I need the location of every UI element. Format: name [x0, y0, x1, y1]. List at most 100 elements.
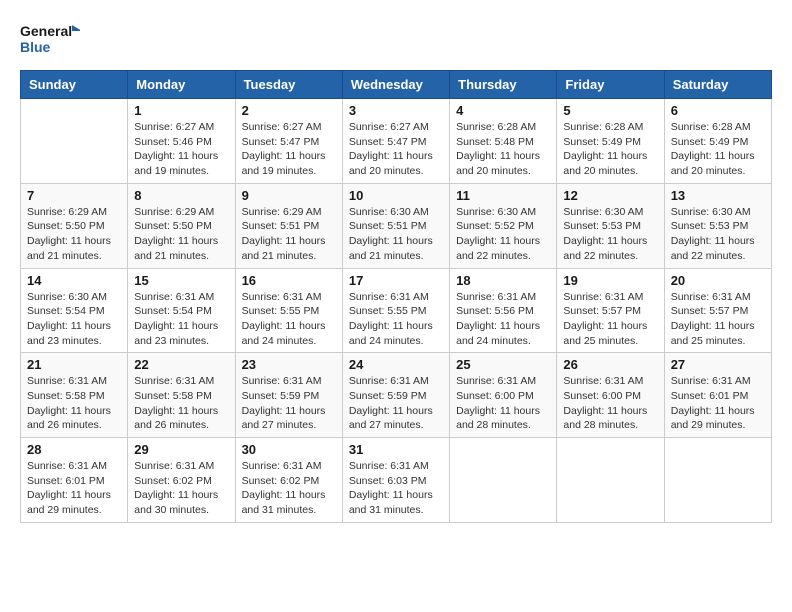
day-number: 21	[27, 357, 121, 372]
day-number: 26	[563, 357, 657, 372]
day-info: Sunrise: 6:30 AMSunset: 5:53 PMDaylight:…	[563, 205, 657, 264]
calendar-cell: 25 Sunrise: 6:31 AMSunset: 6:00 PMDayligh…	[450, 353, 557, 438]
calendar-cell: 28 Sunrise: 6:31 AMSunset: 6:01 PMDayligh…	[21, 438, 128, 523]
calendar-cell: 31Sunrise: 6:31 AMSunset: 6:03 PMDayligh…	[342, 438, 449, 523]
weekday-header-sunday: Sunday	[21, 71, 128, 99]
day-info: Sunrise: 6:27 AMSunset: 5:46 PMDaylight:…	[134, 120, 228, 179]
weekday-header-wednesday: Wednesday	[342, 71, 449, 99]
day-number: 29	[134, 442, 228, 457]
calendar-cell: 14 Sunrise: 6:30 AMSunset: 5:54 PMDayligh…	[21, 268, 128, 353]
day-number: 8	[134, 188, 228, 203]
calendar-cell: 15 Sunrise: 6:31 AMSunset: 5:54 PMDayligh…	[128, 268, 235, 353]
day-info: Sunrise: 6:31 AMSunset: 5:55 PMDaylight:…	[242, 290, 336, 349]
day-number: 9	[242, 188, 336, 203]
day-number: 13	[671, 188, 765, 203]
day-number: 22	[134, 357, 228, 372]
day-number: 3	[349, 103, 443, 118]
day-number: 30	[242, 442, 336, 457]
calendar-cell: 27 Sunrise: 6:31 AMSunset: 6:01 PMDayligh…	[664, 353, 771, 438]
day-number: 17	[349, 273, 443, 288]
day-info: Sunrise: 6:31 AMSunset: 5:54 PMDaylight:…	[134, 290, 228, 349]
calendar-week-row: 1 Sunrise: 6:27 AMSunset: 5:46 PMDaylight…	[21, 99, 772, 184]
day-info: Sunrise: 6:31 AMSunset: 6:00 PMDaylight:…	[563, 374, 657, 433]
calendar-cell: 8 Sunrise: 6:29 AMSunset: 5:50 PMDaylight…	[128, 183, 235, 268]
day-number: 18	[456, 273, 550, 288]
calendar-cell: 5 Sunrise: 6:28 AMSunset: 5:49 PMDaylight…	[557, 99, 664, 184]
day-number: 27	[671, 357, 765, 372]
calendar-cell: 13 Sunrise: 6:30 AMSunset: 5:53 PMDayligh…	[664, 183, 771, 268]
day-number: 20	[671, 273, 765, 288]
day-number: 11	[456, 188, 550, 203]
day-info: Sunrise: 6:31 AMSunset: 6:01 PMDaylight:…	[27, 459, 121, 518]
weekday-header-tuesday: Tuesday	[235, 71, 342, 99]
calendar-cell: 1 Sunrise: 6:27 AMSunset: 5:46 PMDaylight…	[128, 99, 235, 184]
calendar-cell: 3 Sunrise: 6:27 AMSunset: 5:47 PMDaylight…	[342, 99, 449, 184]
calendar-cell: 16 Sunrise: 6:31 AMSunset: 5:55 PMDayligh…	[235, 268, 342, 353]
calendar-cell: 19 Sunrise: 6:31 AMSunset: 5:57 PMDayligh…	[557, 268, 664, 353]
day-info: Sunrise: 6:30 AMSunset: 5:53 PMDaylight:…	[671, 205, 765, 264]
day-number: 16	[242, 273, 336, 288]
day-number: 2	[242, 103, 336, 118]
day-info: Sunrise: 6:28 AMSunset: 5:49 PMDaylight:…	[563, 120, 657, 179]
weekday-header-thursday: Thursday	[450, 71, 557, 99]
weekday-header-monday: Monday	[128, 71, 235, 99]
day-number: 1	[134, 103, 228, 118]
calendar-table: SundayMondayTuesdayWednesdayThursdayFrid…	[20, 70, 772, 523]
day-info: Sunrise: 6:31 AMSunset: 5:57 PMDaylight:…	[563, 290, 657, 349]
calendar-cell: 9 Sunrise: 6:29 AMSunset: 5:51 PMDaylight…	[235, 183, 342, 268]
day-info: Sunrise: 6:31 AMSunset: 5:57 PMDaylight:…	[671, 290, 765, 349]
day-info: Sunrise: 6:29 AMSunset: 5:50 PMDaylight:…	[134, 205, 228, 264]
day-info: Sunrise: 6:27 AMSunset: 5:47 PMDaylight:…	[242, 120, 336, 179]
day-number: 14	[27, 273, 121, 288]
day-info: Sunrise: 6:31 AMSunset: 5:55 PMDaylight:…	[349, 290, 443, 349]
calendar-cell: 6 Sunrise: 6:28 AMSunset: 5:49 PMDaylight…	[664, 99, 771, 184]
day-number: 28	[27, 442, 121, 457]
calendar-cell: 4Sunrise: 6:28 AMSunset: 5:48 PMDaylight…	[450, 99, 557, 184]
calendar-week-row: 14 Sunrise: 6:30 AMSunset: 5:54 PMDayligh…	[21, 268, 772, 353]
day-info: Sunrise: 6:31 AMSunset: 6:01 PMDaylight:…	[671, 374, 765, 433]
day-number: 25	[456, 357, 550, 372]
day-number: 31	[349, 442, 443, 457]
day-number: 19	[563, 273, 657, 288]
calendar-cell: 17 Sunrise: 6:31 AMSunset: 5:55 PMDayligh…	[342, 268, 449, 353]
day-info: Sunrise: 6:30 AMSunset: 5:54 PMDaylight:…	[27, 290, 121, 349]
weekday-header-row: SundayMondayTuesdayWednesdayThursdayFrid…	[21, 71, 772, 99]
calendar-week-row: 7 Sunrise: 6:29 AMSunset: 5:50 PMDaylight…	[21, 183, 772, 268]
weekday-header-friday: Friday	[557, 71, 664, 99]
calendar-cell: 2 Sunrise: 6:27 AMSunset: 5:47 PMDaylight…	[235, 99, 342, 184]
day-info: Sunrise: 6:31 AMSunset: 6:02 PMDaylight:…	[134, 459, 228, 518]
calendar-cell: 12 Sunrise: 6:30 AMSunset: 5:53 PMDayligh…	[557, 183, 664, 268]
day-number: 7	[27, 188, 121, 203]
day-info: Sunrise: 6:31 AMSunset: 5:59 PMDaylight:…	[349, 374, 443, 433]
calendar-cell	[664, 438, 771, 523]
calendar-cell	[557, 438, 664, 523]
calendar-cell: 20 Sunrise: 6:31 AMSunset: 5:57 PMDayligh…	[664, 268, 771, 353]
day-info: Sunrise: 6:31 AMSunset: 5:59 PMDaylight:…	[242, 374, 336, 433]
day-info: Sunrise: 6:31 AMSunset: 6:02 PMDaylight:…	[242, 459, 336, 518]
day-info: Sunrise: 6:29 AMSunset: 5:51 PMDaylight:…	[242, 205, 336, 264]
calendar-cell	[21, 99, 128, 184]
day-info: Sunrise: 6:30 AMSunset: 5:52 PMDaylight:…	[456, 205, 550, 264]
day-number: 12	[563, 188, 657, 203]
calendar-cell	[450, 438, 557, 523]
day-info: Sunrise: 6:28 AMSunset: 5:49 PMDaylight:…	[671, 120, 765, 179]
calendar-week-row: 28 Sunrise: 6:31 AMSunset: 6:01 PMDayligh…	[21, 438, 772, 523]
calendar-cell: 11 Sunrise: 6:30 AMSunset: 5:52 PMDayligh…	[450, 183, 557, 268]
day-number: 23	[242, 357, 336, 372]
svg-text:General: General	[20, 23, 72, 39]
day-info: Sunrise: 6:30 AMSunset: 5:51 PMDaylight:…	[349, 205, 443, 264]
day-number: 4	[456, 103, 550, 118]
day-info: Sunrise: 6:27 AMSunset: 5:47 PMDaylight:…	[349, 120, 443, 179]
calendar-cell: 26 Sunrise: 6:31 AMSunset: 6:00 PMDayligh…	[557, 353, 664, 438]
day-number: 15	[134, 273, 228, 288]
day-info: Sunrise: 6:31 AMSunset: 6:00 PMDaylight:…	[456, 374, 550, 433]
day-number: 5	[563, 103, 657, 118]
day-number: 6	[671, 103, 765, 118]
calendar-cell: 22Sunrise: 6:31 AMSunset: 5:58 PMDayligh…	[128, 353, 235, 438]
calendar-cell: 30 Sunrise: 6:31 AMSunset: 6:02 PMDayligh…	[235, 438, 342, 523]
logo: General Blue	[20, 20, 80, 60]
svg-text:Blue: Blue	[20, 39, 51, 55]
calendar-cell: 29 Sunrise: 6:31 AMSunset: 6:02 PMDayligh…	[128, 438, 235, 523]
calendar-cell: 18Sunrise: 6:31 AMSunset: 5:56 PMDayligh…	[450, 268, 557, 353]
day-number: 24	[349, 357, 443, 372]
